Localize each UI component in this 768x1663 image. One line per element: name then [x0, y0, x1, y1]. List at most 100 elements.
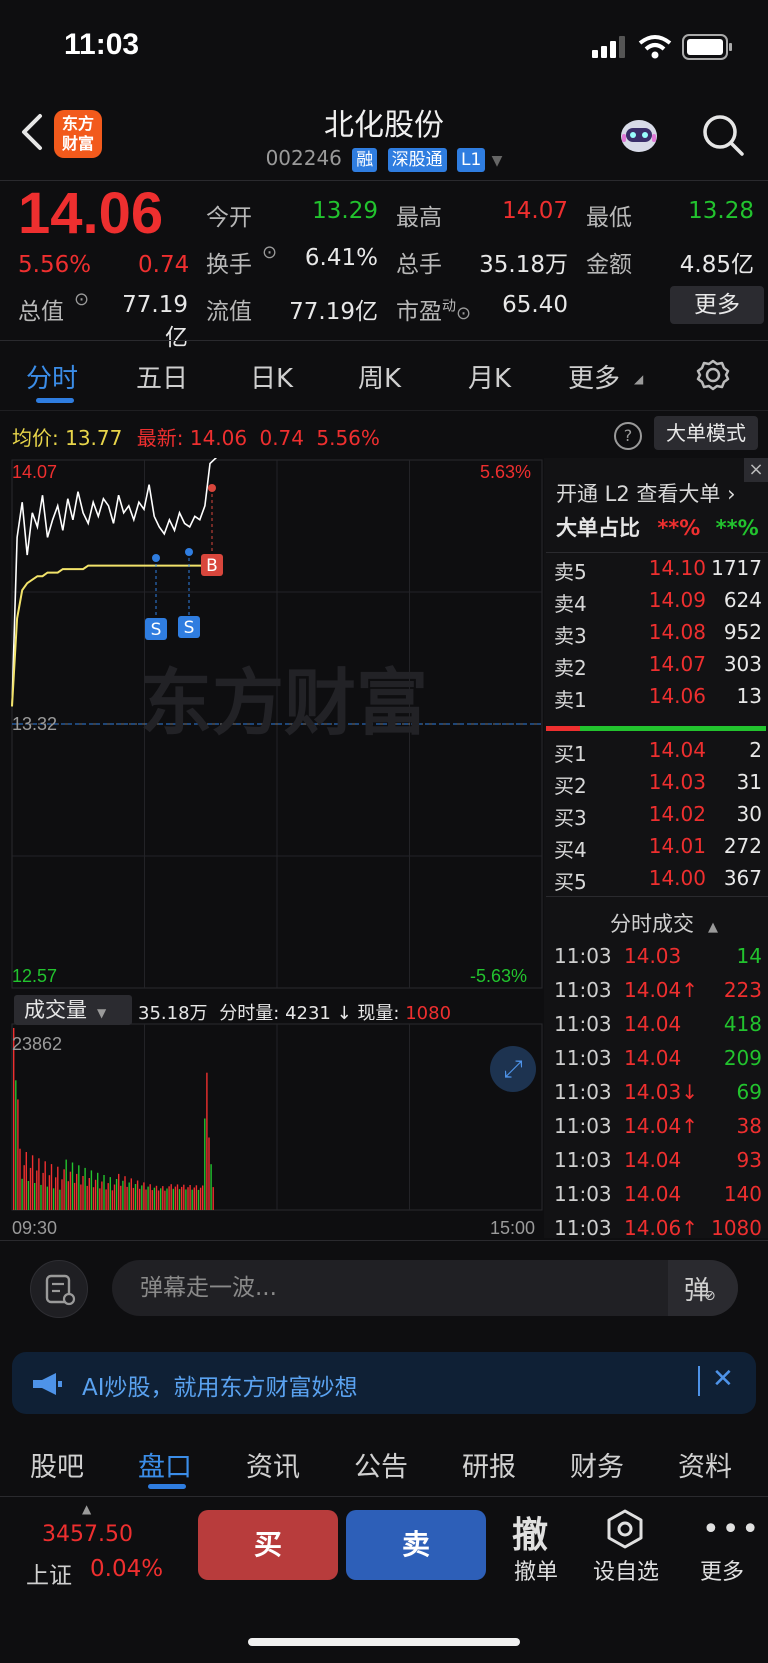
tab-announcements[interactable]: 公告	[354, 1445, 408, 1484]
bid-row[interactable]: 买3 14.02 30	[552, 802, 766, 834]
volume-indicator-select[interactable]: 成交量 ▼	[14, 995, 132, 1025]
ask-row[interactable]: 卖2 14.07 303	[552, 652, 766, 684]
tag-connect[interactable]: 深股通	[387, 147, 447, 172]
index-value[interactable]: 3457.50	[42, 1522, 133, 1547]
volume-bar	[212, 1187, 214, 1210]
volume-bar	[94, 1179, 97, 1210]
ask-row[interactable]: 卖1 14.06 13	[552, 684, 766, 716]
bid-row[interactable]: 买5 14.00 367	[552, 866, 766, 898]
close-banner-icon[interactable]: ✕	[712, 1364, 734, 1394]
help-icon[interactable]: ?	[614, 422, 642, 450]
danmu-toggle-button[interactable]: 弹 ⊘	[668, 1260, 738, 1316]
tab-finance[interactable]: 财务	[570, 1445, 624, 1484]
volume-bar	[80, 1184, 82, 1210]
volume-bar	[208, 1137, 210, 1210]
robot-assistant-icon[interactable]	[614, 110, 664, 160]
bid-row[interactable]: 买1 14.04 2	[552, 738, 766, 770]
volume-bar	[162, 1186, 164, 1210]
trade-time: 11:03	[554, 1216, 612, 1240]
tab-week-k[interactable]: 周K	[358, 358, 401, 395]
trade-row[interactable]: 11:03 14.04 93	[552, 1148, 766, 1182]
bid-label: 买1	[554, 742, 587, 766]
volume-bar	[166, 1188, 168, 1210]
bid-row[interactable]: 买2 14.03 31	[552, 770, 766, 802]
volume-bar	[59, 1189, 61, 1210]
ask-row[interactable]: 卖5 14.10 1717	[552, 556, 766, 588]
add-watchlist-label[interactable]: 设自选	[588, 1554, 664, 1586]
trade-row[interactable]: 11:03 14.04↑ 38	[552, 1114, 766, 1148]
info-icon[interactable]: ⊙	[262, 242, 277, 263]
bid-row[interactable]: 买4 14.01 272	[552, 834, 766, 866]
tab-day-k[interactable]: 日K	[250, 358, 293, 395]
big-order-mode-button[interactable]: 大单模式	[654, 416, 758, 450]
search-icon[interactable]	[700, 112, 746, 158]
comment-list-button[interactable]	[30, 1260, 88, 1318]
trade-price: 14.04↑	[624, 1114, 699, 1138]
danmu-input[interactable]: 弹幕走一波...	[112, 1260, 738, 1316]
chevron-up-icon[interactable]: ▲	[82, 1502, 91, 1516]
l2-promo-link[interactable]: 开通 L2 查看大单 ›	[556, 478, 735, 508]
bid-price: 14.03	[648, 770, 706, 794]
tab-intraday[interactable]: 分时	[26, 358, 78, 395]
cancel-order-label[interactable]: 撤单	[506, 1554, 566, 1586]
trades-title[interactable]: 分时成交 ▲	[610, 908, 718, 938]
index-change-pct[interactable]: 0.04%	[90, 1556, 163, 1582]
add-watchlist-icon[interactable]	[604, 1508, 646, 1550]
volume-bar	[197, 1189, 200, 1210]
tab-month-k[interactable]: 月K	[468, 358, 511, 395]
info-icon[interactable]: ⊙	[74, 289, 89, 310]
tab-five-day[interactable]: 五日	[136, 358, 188, 395]
sell-button[interactable]: 卖	[346, 1510, 486, 1580]
tab-guba[interactable]: 股吧	[30, 1445, 84, 1484]
expand-icon[interactable]: ⤢	[490, 1046, 536, 1092]
tab-pankou[interactable]: 盘口	[138, 1445, 192, 1484]
tag-margin[interactable]: 融	[352, 147, 378, 172]
tab-profile[interactable]: 资料	[678, 1445, 732, 1484]
cancel-order-icon[interactable]: 撤	[512, 1506, 548, 1558]
volume-bar	[21, 1178, 23, 1210]
tab-more[interactable]: 更多	[568, 358, 620, 395]
buy-button[interactable]: 买	[198, 1510, 338, 1580]
volume-bar	[111, 1190, 114, 1210]
trade-row[interactable]: 11:03 14.04 209	[552, 1046, 766, 1080]
trade-price: 14.04	[624, 1182, 682, 1206]
volume-bar	[128, 1182, 130, 1210]
trade-time: 11:03	[554, 1046, 612, 1070]
volume-bar	[164, 1190, 166, 1210]
settings-icon[interactable]	[696, 358, 730, 392]
tag-level[interactable]: L1	[457, 147, 486, 172]
trade-row[interactable]: 11:03 14.04 418	[552, 1012, 766, 1046]
volume-bar	[141, 1185, 143, 1210]
time-start-label: 09:30	[12, 1218, 58, 1238]
ask-label: 卖2	[554, 656, 587, 680]
ai-banner-text[interactable]: AI炒股，就用东方财富妙想	[82, 1368, 358, 1402]
trade-time: 11:03	[554, 1012, 612, 1036]
ask-row[interactable]: 卖3 14.08 952	[552, 620, 766, 652]
intraday-chart[interactable]: 东方财富 S S B	[0, 458, 548, 1238]
tab-news[interactable]: 资讯	[246, 1445, 300, 1484]
quote-more-button[interactable]: 更多	[670, 286, 764, 324]
more-icon[interactable]: •••	[702, 1512, 761, 1547]
mktcap-value: 77.19亿	[122, 292, 188, 351]
volume-bar	[99, 1188, 101, 1210]
trade-row[interactable]: 11:03 14.03↓ 69	[552, 1080, 766, 1114]
close-icon[interactable]: ×	[744, 458, 768, 482]
volume-bar	[126, 1186, 128, 1210]
trade-row[interactable]: 11:03 14.04↑ 223	[552, 978, 766, 1012]
trade-row[interactable]: 11:03 14.03 14	[552, 944, 766, 978]
index-name[interactable]: 上证	[26, 1556, 72, 1590]
more-label[interactable]: 更多	[694, 1554, 750, 1586]
trade-row[interactable]: 11:03 14.06↑ 1080	[552, 1216, 766, 1250]
volume-bar	[90, 1170, 93, 1210]
volume-bar	[34, 1183, 36, 1210]
status-time: 11:03	[64, 28, 140, 61]
volume-bar	[157, 1190, 160, 1210]
tab-research[interactable]: 研报	[462, 1445, 516, 1484]
sell-marker-1-dot	[152, 554, 160, 562]
ask-row[interactable]: 卖4 14.09 624	[552, 588, 766, 620]
divider	[0, 1496, 768, 1497]
trade-row[interactable]: 11:03 14.04 140	[552, 1182, 766, 1216]
dropdown-icon[interactable]: ▼	[492, 153, 503, 169]
trade-time: 11:03	[554, 1114, 612, 1138]
volume-bar	[193, 1187, 195, 1210]
